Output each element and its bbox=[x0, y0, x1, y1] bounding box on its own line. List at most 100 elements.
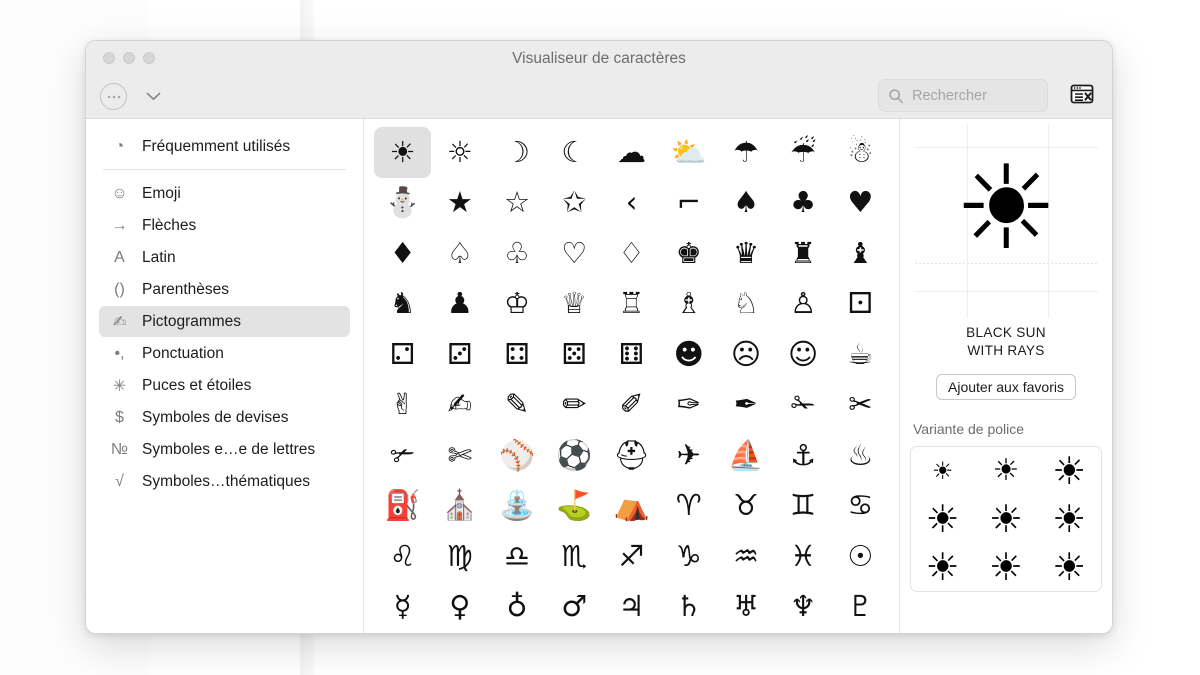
glyph-cell[interactable]: ✂ bbox=[832, 380, 889, 431]
glyph-cell[interactable]: ♤ bbox=[431, 228, 488, 279]
glyph-cell[interactable]: ♅ bbox=[717, 582, 774, 633]
font-variant-cell[interactable]: ☀ bbox=[911, 495, 974, 543]
glyph-cell[interactable]: ☉ bbox=[832, 531, 889, 582]
glyph-cell[interactable]: ♨ bbox=[832, 430, 889, 481]
glyph-cell[interactable]: ☁ bbox=[603, 127, 660, 178]
glyph-cell[interactable]: ♔ bbox=[488, 279, 545, 330]
more-options-icon[interactable] bbox=[100, 83, 127, 110]
add-to-favorites-button[interactable]: Ajouter aux favoris bbox=[936, 374, 1076, 400]
glyph-cell[interactable]: ⛳ bbox=[546, 481, 603, 532]
sidebar-item-9[interactable]: № Symboles e…e de lettres bbox=[99, 434, 350, 465]
glyph-cell[interactable]: ♞ bbox=[374, 279, 431, 330]
sidebar-item-0[interactable]: ◔ Fréquemment utilisés bbox=[99, 131, 350, 162]
glyph-grid-area[interactable]: ☀ ☼ ☽ ☾ ☁ ⛅ ☂ ☔ ☃ ⛄ ★ ☆ ✩ ‹ ⌐ ♠ ♣ ♥ ♦ ♤ ♧ ♡ ♢ ♚ ♛ ♜ ♝ ♞ ♟ ♔ ♕ ♖ ♗ ♘ ♙ ⚀ ⚁ ⚂ ⚃ ⚄… bbox=[364, 119, 900, 633]
glyph-cell[interactable]: ⛵ bbox=[717, 430, 774, 481]
glyph-cell[interactable]: ♙ bbox=[775, 279, 832, 330]
sidebar-item-10[interactable]: √ Symboles…thématiques bbox=[99, 466, 350, 497]
sidebar-item-8[interactable]: $ Symboles de devises bbox=[99, 402, 350, 433]
glyph-cell[interactable]: ☕ bbox=[832, 329, 889, 380]
search-input[interactable] bbox=[912, 87, 1040, 104]
glyph-cell[interactable]: ♉ bbox=[717, 481, 774, 532]
glyph-cell[interactable]: ⚄ bbox=[546, 329, 603, 380]
glyph-cell[interactable]: ⚀ bbox=[832, 279, 889, 330]
font-variant-cell[interactable]: ☀ bbox=[1038, 447, 1101, 495]
glyph-cell[interactable]: ✎ bbox=[488, 380, 545, 431]
font-variant-cell[interactable]: ☀ bbox=[974, 495, 1037, 543]
glyph-cell[interactable]: ♃ bbox=[603, 582, 660, 633]
glyph-cell[interactable]: ⛺ bbox=[603, 481, 660, 532]
glyph-cell[interactable]: ♎ bbox=[488, 531, 545, 582]
glyph-cell[interactable]: ⚓ bbox=[775, 430, 832, 481]
glyph-cell[interactable]: ♜ bbox=[775, 228, 832, 279]
glyph-cell[interactable]: ⛄ bbox=[374, 178, 431, 229]
font-variant-cell[interactable]: ☀ bbox=[974, 447, 1037, 495]
glyph-cell[interactable]: ♗ bbox=[660, 279, 717, 330]
glyph-cell[interactable]: ♟ bbox=[431, 279, 488, 330]
glyph-cell[interactable]: ♈ bbox=[660, 481, 717, 532]
glyph-cell[interactable]: ♋ bbox=[832, 481, 889, 532]
glyph-cell[interactable]: ⛅ bbox=[660, 127, 717, 178]
font-variant-cell[interactable]: ☀ bbox=[974, 543, 1037, 591]
glyph-cell[interactable]: ⛲ bbox=[488, 481, 545, 532]
glyph-cell[interactable]: ♁ bbox=[488, 582, 545, 633]
glyph-cell[interactable]: ♐ bbox=[603, 531, 660, 582]
glyph-cell[interactable]: ♛ bbox=[717, 228, 774, 279]
glyph-cell[interactable]: ♑ bbox=[660, 531, 717, 582]
glyph-cell[interactable]: ⚅ bbox=[603, 329, 660, 380]
glyph-cell[interactable]: ⌐ bbox=[660, 178, 717, 229]
sidebar-item-7[interactable]: ✳ Puces et étoiles bbox=[99, 370, 350, 401]
glyph-cell[interactable]: ♣ bbox=[775, 178, 832, 229]
glyph-cell[interactable]: ⚽ bbox=[546, 430, 603, 481]
glyph-cell[interactable]: ♡ bbox=[546, 228, 603, 279]
glyph-cell[interactable]: ♥ bbox=[832, 178, 889, 229]
glyph-cell[interactable]: ☾ bbox=[546, 127, 603, 178]
glyph-cell[interactable]: ✍ bbox=[431, 380, 488, 431]
glyph-cell[interactable]: ✄ bbox=[431, 430, 488, 481]
glyph-cell[interactable]: ♦ bbox=[374, 228, 431, 279]
sidebar-item-6[interactable]: •, Ponctuation bbox=[99, 338, 350, 369]
glyph-cell[interactable]: ♀ bbox=[431, 582, 488, 633]
glyph-cell[interactable]: ☹ bbox=[717, 329, 774, 380]
font-variant-cell[interactable]: ☀ bbox=[1038, 495, 1101, 543]
glyph-cell[interactable]: ☽ bbox=[488, 127, 545, 178]
glyph-cell[interactable]: ⚁ bbox=[374, 329, 431, 380]
sidebar-item-4[interactable]: () Parenthèses bbox=[99, 274, 350, 305]
glyph-cell[interactable]: ✁ bbox=[775, 380, 832, 431]
glyph-cell[interactable]: ⛪ bbox=[431, 481, 488, 532]
sidebar-item-3[interactable]: A Latin bbox=[99, 242, 350, 273]
glyph-cell[interactable]: ✐ bbox=[603, 380, 660, 431]
glyph-cell[interactable]: ♚ bbox=[660, 228, 717, 279]
collapse-panel-icon[interactable] bbox=[1069, 83, 1095, 105]
glyph-cell[interactable]: ☆ bbox=[488, 178, 545, 229]
sidebar-item-5[interactable]: ✍ Pictogrammes bbox=[99, 306, 350, 337]
glyph-cell[interactable]: ✏ bbox=[546, 380, 603, 431]
sidebar-item-1[interactable]: ☺ Emoji bbox=[99, 178, 350, 209]
glyph-cell[interactable]: ♂ bbox=[546, 582, 603, 633]
glyph-cell[interactable]: ☺ bbox=[775, 329, 832, 380]
glyph-cell[interactable]: ⛑ bbox=[603, 430, 660, 481]
glyph-cell[interactable]: ☿ bbox=[374, 582, 431, 633]
sidebar-item-2[interactable]: → Flèches bbox=[99, 210, 350, 241]
glyph-cell[interactable]: ♝ bbox=[832, 228, 889, 279]
glyph-cell[interactable]: ♖ bbox=[603, 279, 660, 330]
font-variant-cell[interactable]: ☀ bbox=[911, 543, 974, 591]
glyph-cell[interactable]: ♢ bbox=[603, 228, 660, 279]
glyph-cell[interactable]: ✃ bbox=[374, 430, 431, 481]
glyph-cell[interactable]: ♏ bbox=[546, 531, 603, 582]
chevron-down-icon[interactable] bbox=[142, 85, 164, 107]
glyph-cell[interactable]: ☀ bbox=[374, 127, 432, 178]
glyph-cell[interactable]: ✈ bbox=[660, 430, 717, 481]
glyph-cell[interactable]: ✒ bbox=[717, 380, 774, 431]
font-variant-cell[interactable]: ☀ bbox=[1038, 543, 1101, 591]
font-variant-cell[interactable]: ☀ bbox=[911, 447, 974, 495]
glyph-cell[interactable]: ✌ bbox=[374, 380, 431, 431]
glyph-cell[interactable]: ♇ bbox=[832, 582, 889, 633]
glyph-cell[interactable]: ☃ bbox=[832, 127, 889, 178]
glyph-cell[interactable]: ⚂ bbox=[431, 329, 488, 380]
search-field[interactable] bbox=[878, 79, 1048, 112]
glyph-cell[interactable]: ♓ bbox=[775, 531, 832, 582]
glyph-cell[interactable]: ♄ bbox=[660, 582, 717, 633]
glyph-cell[interactable]: ✩ bbox=[546, 178, 603, 229]
glyph-cell[interactable]: ♍ bbox=[431, 531, 488, 582]
glyph-cell[interactable]: ♊ bbox=[775, 481, 832, 532]
